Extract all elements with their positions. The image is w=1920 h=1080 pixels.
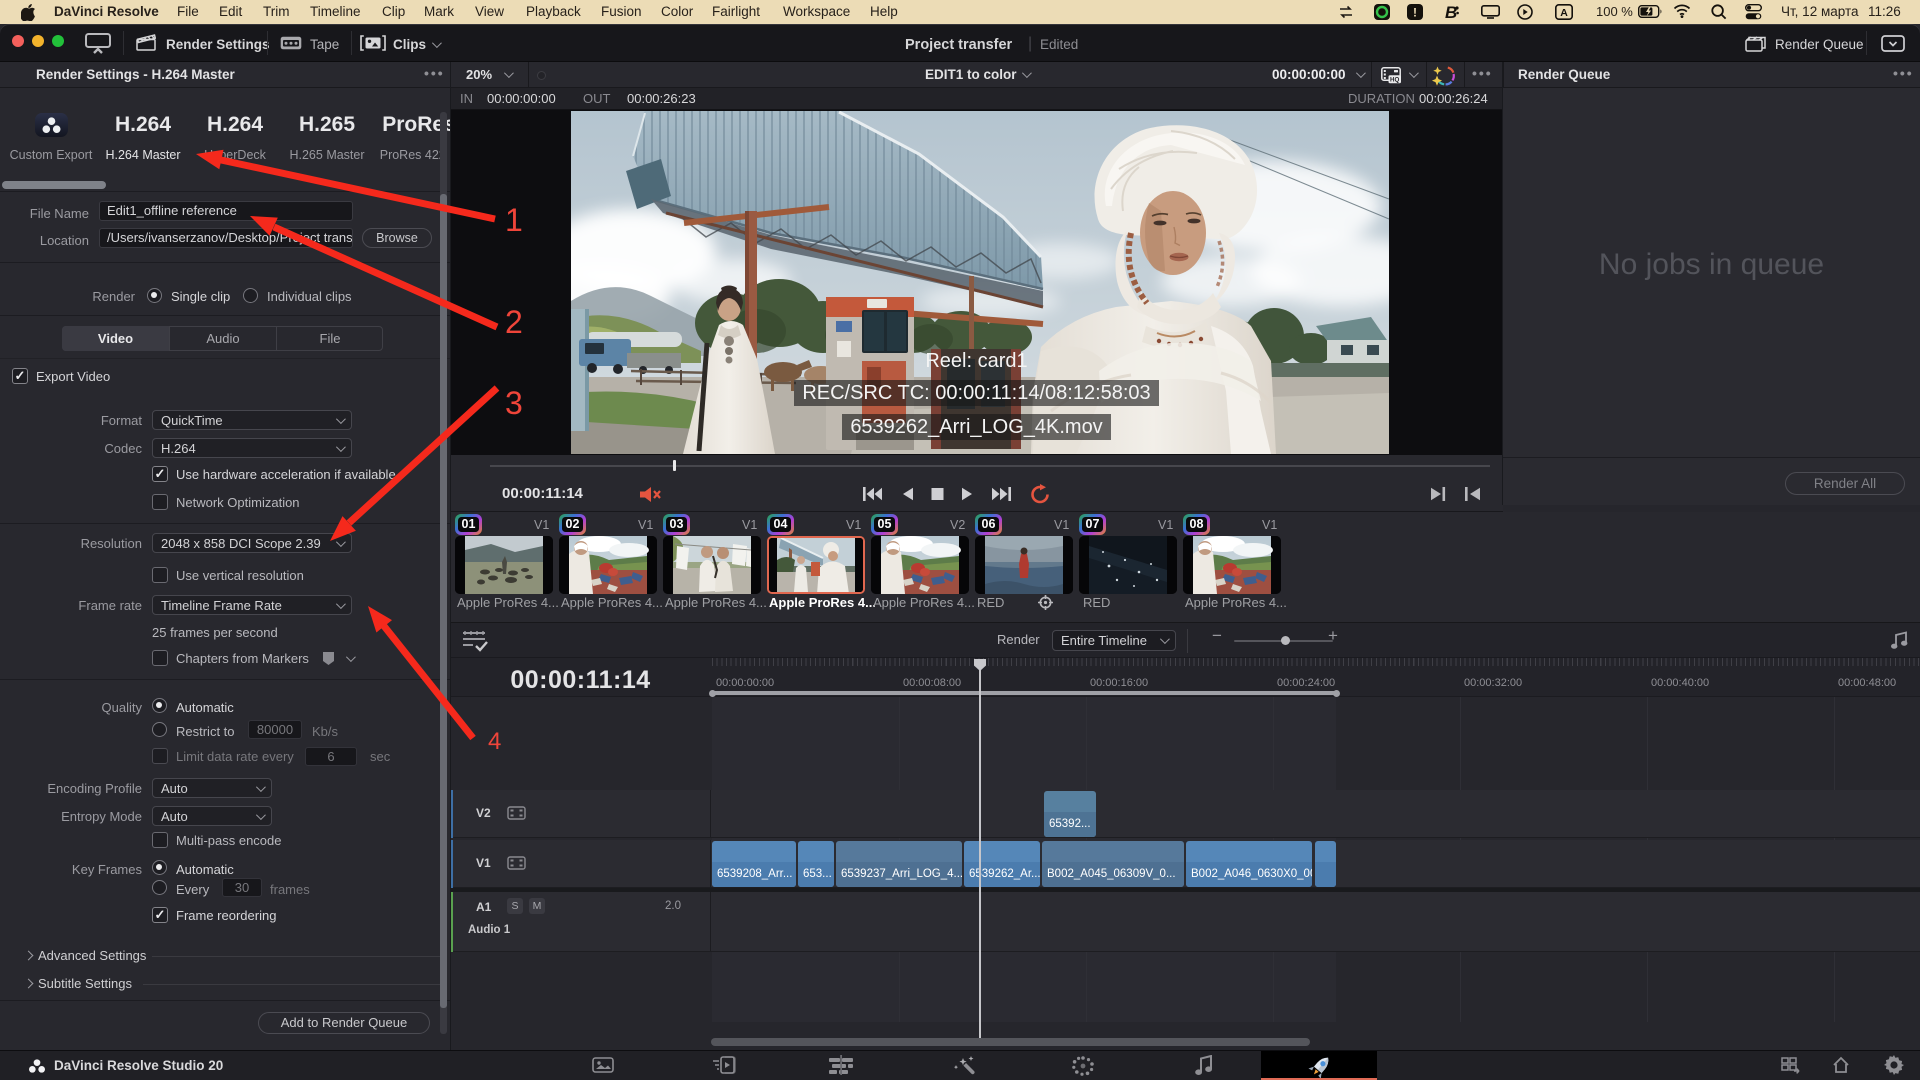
svg-text:B: B xyxy=(1445,3,1457,21)
svg-text:HQ: HQ xyxy=(1390,77,1399,84)
svg-text:A: A xyxy=(1560,7,1568,19)
svg-text:!: ! xyxy=(1413,6,1417,20)
